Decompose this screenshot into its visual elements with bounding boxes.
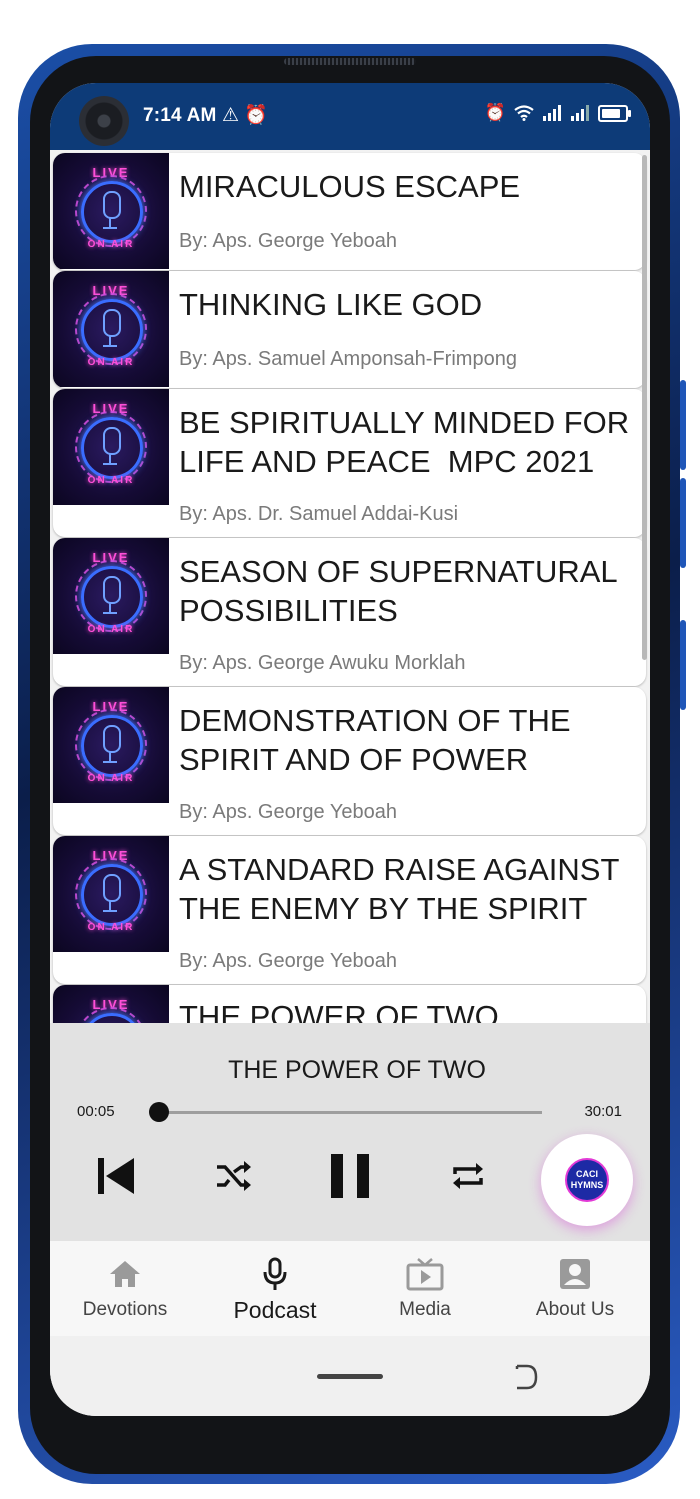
back-gesture-icon[interactable] <box>513 1363 539 1391</box>
front-camera <box>79 96 129 146</box>
signal-icon <box>571 105 589 121</box>
previous-button[interactable] <box>90 1151 140 1201</box>
seek-bar[interactable] <box>149 1102 542 1122</box>
podcast-title: THINKING LIKE GOD <box>179 287 483 322</box>
nav-label: Devotions <box>82 1299 168 1320</box>
podcast-thumbnail: LIVE ON AIR <box>53 153 169 269</box>
alarm-icon: ⏰ <box>244 105 268 126</box>
seek-bar-knob[interactable] <box>149 1102 170 1122</box>
podcast-thumbnail: LIVE ON AIR <box>53 538 169 654</box>
volume-button <box>680 478 686 568</box>
nav-media[interactable]: Media <box>350 1241 500 1336</box>
podcast-list[interactable]: LIVE ON AIR MIRACULOUS ESCAPE By: Aps. G… <box>50 150 650 1023</box>
warning-icon: ⚠ <box>222 105 240 126</box>
podcast-author: By: Aps. Dr. Samuel Addai-Kusi <box>179 503 459 525</box>
podcast-title: MIRACULOUS ESCAPE <box>179 169 521 204</box>
podcast-card[interactable]: LIVE ON AIR SEASON OF SUPERNATURAL POSSI… <box>53 538 646 686</box>
elapsed-time: 00:05 <box>77 1103 115 1120</box>
microphone-icon <box>103 427 121 455</box>
home-icon <box>110 1261 140 1287</box>
podcast-author: By: Aps. George Yeboah <box>179 950 397 972</box>
power-button <box>680 620 686 710</box>
shuffle-icon <box>217 1161 251 1191</box>
podcast-title: DEMONSTRATION OF THE SPIRIT AND OF POWER <box>179 703 571 777</box>
podcast-title: BE SPIRITUALLY MINDED FOR LIFE AND PEACE… <box>179 405 630 479</box>
podcast-author: By: Aps. George Yeboah <box>179 801 397 823</box>
podcast-thumbnail: LIVE ON AIR <box>53 389 169 505</box>
status-bar: 7:14 AM ⚠ ⏰ ⏰ <box>50 83 650 150</box>
signal-icon <box>543 105 561 121</box>
volume-button <box>680 380 686 470</box>
podcast-card[interactable]: LIVE THE POWER OF TWO <box>53 985 646 1023</box>
nav-label: Podcast <box>233 1297 317 1323</box>
microphone-icon <box>103 576 121 604</box>
list-scrollbar[interactable] <box>642 155 647 660</box>
shuffle-button[interactable] <box>208 1151 258 1201</box>
repeat-icon <box>453 1163 483 1189</box>
podcast-card[interactable]: LIVE ON AIR BE SPIRITUALLY MINDED FOR LI… <box>53 389 646 537</box>
podcast-thumbnail: LIVE <box>53 985 169 1023</box>
podcast-card[interactable]: LIVE ON AIR DEMONSTRATION OF THE SPIRIT … <box>53 687 646 835</box>
nav-podcast[interactable]: Podcast <box>200 1241 350 1336</box>
audio-player: THE POWER OF TWO 00:05 30:01 CACI HYMNS <box>50 1023 650 1241</box>
system-gesture-bar <box>50 1336 650 1416</box>
total-duration: 30:01 <box>584 1103 622 1120</box>
nav-label: About Us <box>535 1299 615 1320</box>
podcast-title: SEASON OF SUPERNATURAL POSSIBILITIES <box>179 554 618 628</box>
bottom-navigation: Devotions Podcast Media About Us <box>50 1241 650 1336</box>
account-box-icon <box>560 1259 590 1289</box>
microphone-icon <box>263 1257 287 1290</box>
podcast-thumbnail: LIVE ON AIR <box>53 271 169 387</box>
battery-icon <box>598 104 631 122</box>
earpiece-speaker <box>284 58 416 65</box>
nav-label: Media <box>399 1299 451 1320</box>
podcast-author: By: Aps. George Awuku Morklah <box>179 652 466 674</box>
hymns-logo: CACI HYMNS <box>565 1158 609 1202</box>
nav-devotions[interactable]: Devotions <box>50 1241 200 1336</box>
microphone-icon <box>103 725 121 753</box>
podcast-title: A STANDARD RAISE AGAINST THE ENEMY BY TH… <box>179 852 620 926</box>
now-playing-title: THE POWER OF TWO <box>228 1056 486 1084</box>
repeat-button[interactable] <box>443 1151 493 1201</box>
pause-icon <box>331 1154 369 1198</box>
podcast-thumbnail: LIVE ON AIR <box>53 687 169 803</box>
pause-button[interactable] <box>322 1151 378 1201</box>
podcast-card[interactable]: LIVE ON AIR A STANDARD RAISE AGAINST THE… <box>53 836 646 984</box>
hymns-fab-button[interactable]: CACI HYMNS <box>541 1134 633 1226</box>
status-time: 7:14 AM <box>143 105 217 126</box>
microphone-icon <box>103 874 121 902</box>
alarm-icon: ⏰ <box>484 103 506 122</box>
podcast-author: By: Aps. George Yeboah <box>179 230 397 252</box>
microphone-icon <box>103 191 121 219</box>
tv-play-icon <box>406 1258 444 1291</box>
skip-previous-icon <box>98 1158 134 1194</box>
microphone-icon <box>103 309 121 337</box>
podcast-card[interactable]: LIVE ON AIR THINKING LIKE GOD By: Aps. S… <box>53 271 646 388</box>
home-gesture-handle[interactable] <box>317 1374 383 1379</box>
podcast-author: By: Aps. Samuel Amponsah-Frimpong <box>179 348 517 370</box>
podcast-thumbnail: LIVE ON AIR <box>53 836 169 952</box>
nav-about-us[interactable]: About Us <box>500 1241 650 1336</box>
podcast-title: THE POWER OF TWO <box>179 999 499 1023</box>
wifi-icon <box>514 105 534 121</box>
phone-screen: 7:14 AM ⚠ ⏰ ⏰ LIVE ON AIR MIRACULOUS ESC… <box>50 83 650 1416</box>
podcast-card[interactable]: LIVE ON AIR MIRACULOUS ESCAPE By: Aps. G… <box>53 153 646 270</box>
